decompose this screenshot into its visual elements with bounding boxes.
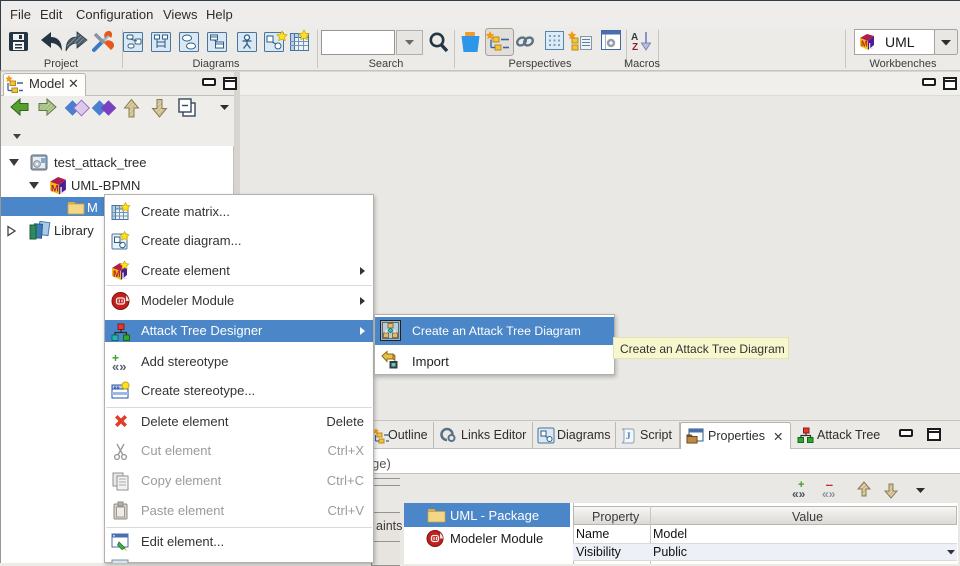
svg-text:M: M — [51, 183, 59, 194]
svg-text:«»: «» — [822, 487, 836, 501]
svg-text:M: M — [113, 269, 121, 279]
svg-text:Z: Z — [632, 42, 638, 53]
svg-text:«»: «» — [792, 487, 806, 501]
svg-text:M: M — [861, 40, 868, 49]
svg-text:L: L — [60, 185, 66, 195]
svg-text:UML: UML — [885, 34, 915, 50]
svg-text:L: L — [869, 42, 874, 51]
svg-text:L: L — [122, 271, 128, 281]
svg-text:«»: «» — [114, 385, 120, 391]
svg-text:J: J — [626, 431, 631, 441]
svg-text:«»: «» — [112, 359, 126, 372]
